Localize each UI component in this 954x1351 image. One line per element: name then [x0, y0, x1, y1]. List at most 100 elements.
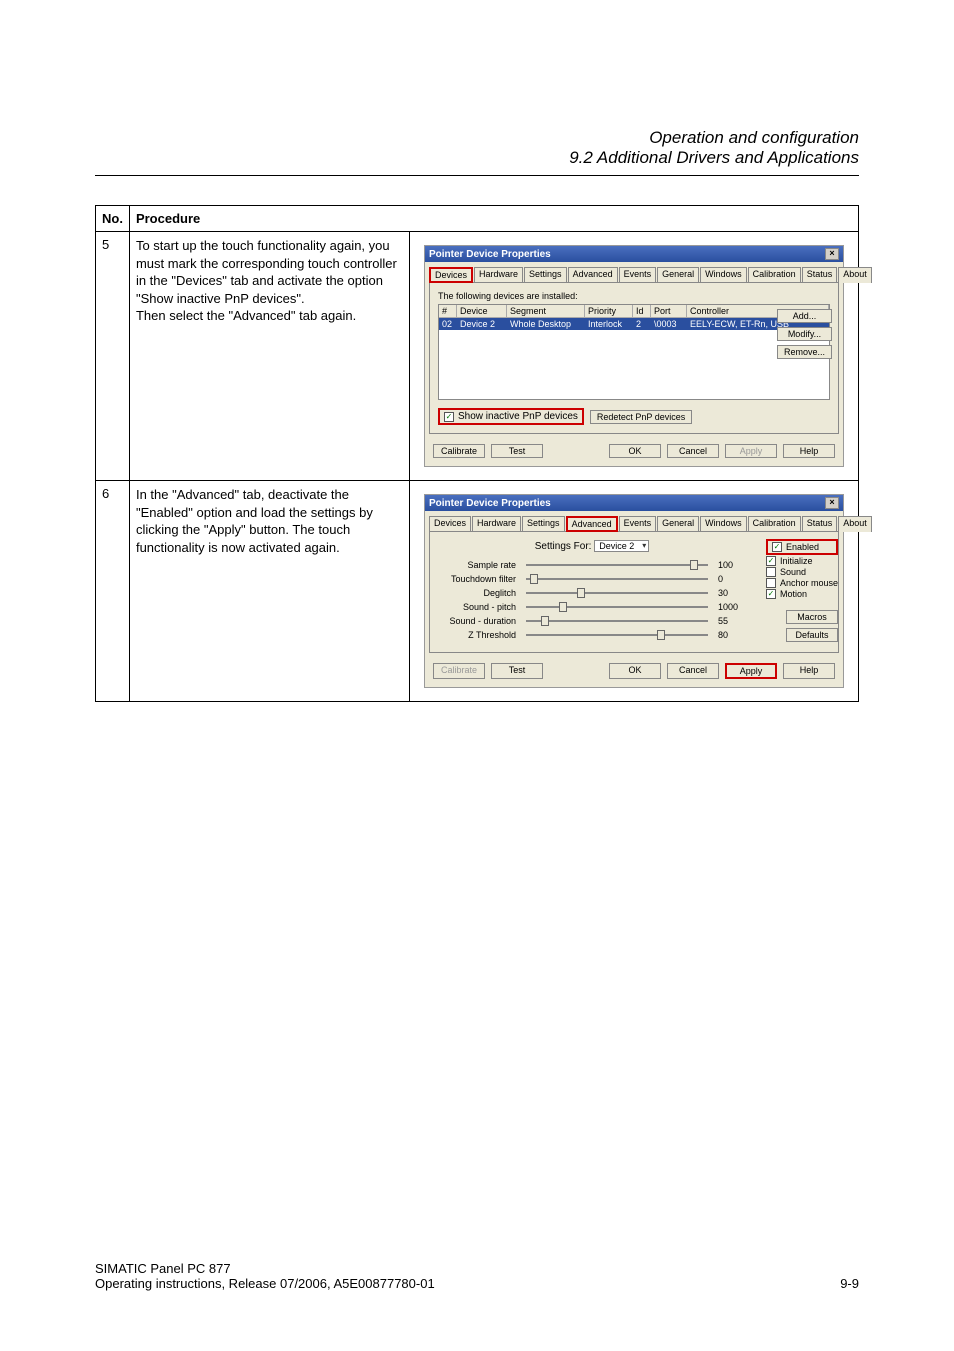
- show-inactive-option[interactable]: ✓ Show inactive PnP devices: [438, 408, 584, 425]
- close-icon[interactable]: ×: [825, 497, 839, 509]
- page-number: 9-9: [840, 1276, 859, 1291]
- tab-events[interactable]: Events: [619, 267, 657, 283]
- slider-value: 55: [718, 616, 746, 626]
- checkbox-checked-icon[interactable]: ✓: [444, 412, 454, 422]
- cell-segment: Whole Desktop: [507, 318, 585, 330]
- tab-hardware[interactable]: Hardware: [472, 516, 521, 532]
- tab-calibration[interactable]: Calibration: [748, 516, 801, 532]
- initialize-option[interactable]: ✓Initialize: [766, 556, 838, 566]
- redetect-button[interactable]: Redetect PnP devices: [590, 410, 692, 424]
- tab-strip: Devices Hardware Settings Advanced Event…: [425, 262, 843, 282]
- tab-about[interactable]: About: [838, 267, 872, 283]
- dialog-button-row: Calibrate Test OK Cancel Apply Help: [425, 659, 843, 687]
- tab-status[interactable]: Status: [802, 267, 838, 283]
- step-number: 6: [96, 481, 130, 702]
- close-icon[interactable]: ×: [825, 248, 839, 260]
- settings-for-select[interactable]: Device 2: [594, 540, 649, 552]
- apply-button: Apply: [725, 444, 777, 458]
- tab-hardware[interactable]: Hardware: [474, 267, 523, 283]
- apply-button[interactable]: Apply: [725, 663, 777, 679]
- modify-button[interactable]: Modify...: [777, 327, 832, 341]
- tab-about[interactable]: About: [838, 516, 872, 532]
- checkbox-checked-icon[interactable]: ✓: [772, 542, 782, 552]
- tab-general[interactable]: General: [657, 267, 699, 283]
- anchor-option[interactable]: Anchor mouse: [766, 578, 838, 588]
- add-button[interactable]: Add...: [777, 309, 832, 323]
- help-button[interactable]: Help: [783, 663, 835, 679]
- col-header-procedure: Procedure: [129, 206, 858, 232]
- cell-hash: 02: [439, 318, 457, 330]
- cell-device: Device 2: [457, 318, 507, 330]
- ok-button[interactable]: OK: [609, 444, 661, 458]
- cell-port: \0003: [651, 318, 687, 330]
- slider-value: 30: [718, 588, 746, 598]
- listbox-header: # Device Segment Priority Id Port Contro…: [439, 305, 829, 318]
- slider-label: Touchdown filter: [438, 574, 516, 584]
- tab-windows[interactable]: Windows: [700, 516, 747, 532]
- tab-general[interactable]: General: [657, 516, 699, 532]
- slider-sample-rate[interactable]: Sample rate 100: [438, 560, 746, 570]
- tab-devices[interactable]: Devices: [429, 267, 473, 283]
- remove-button[interactable]: Remove...: [777, 345, 832, 359]
- cancel-button[interactable]: Cancel: [667, 444, 719, 458]
- tab-settings[interactable]: Settings: [522, 516, 565, 532]
- header-line-1: Operation and configuration: [569, 128, 859, 148]
- tab-windows[interactable]: Windows: [700, 267, 747, 283]
- slider-z-threshold[interactable]: Z Threshold 80: [438, 630, 746, 640]
- col-port: Port: [651, 305, 687, 317]
- dialog-advanced: Pointer Device Properties × Devices Hard…: [424, 494, 844, 688]
- tab-status[interactable]: Status: [802, 516, 838, 532]
- device-listbox[interactable]: # Device Segment Priority Id Port Contro…: [438, 304, 830, 400]
- procedure-table: No. Procedure 5 To start up the touch fu…: [95, 205, 859, 702]
- checkbox-checked-icon[interactable]: ✓: [766, 556, 776, 566]
- slider-touchdown-filter[interactable]: Touchdown filter 0: [438, 574, 746, 584]
- checkbox-unchecked-icon[interactable]: [766, 567, 776, 577]
- step-screenshot-cell: Pointer Device Properties × Devices Hard…: [410, 481, 859, 702]
- ok-button[interactable]: OK: [609, 663, 661, 679]
- header-line-2: 9.2 Additional Drivers and Applications: [569, 148, 859, 168]
- col-device: Device: [457, 305, 507, 317]
- slider-value: 100: [718, 560, 746, 570]
- show-inactive-label: Show inactive PnP devices: [458, 411, 578, 422]
- slider-sound-pitch[interactable]: Sound - pitch 1000: [438, 602, 746, 612]
- defaults-button[interactable]: Defaults: [786, 628, 838, 642]
- enabled-option[interactable]: ✓Enabled: [766, 539, 838, 555]
- tab-events[interactable]: Events: [619, 516, 657, 532]
- slider-value: 0: [718, 574, 746, 584]
- bottom-row: ✓ Show inactive PnP devices Redetect PnP…: [438, 408, 830, 425]
- slider-sound-duration[interactable]: Sound - duration 55: [438, 616, 746, 626]
- col-id: Id: [633, 305, 651, 317]
- right-options: ✓Enabled ✓Initialize Sound Anchor mouse …: [766, 538, 838, 600]
- tab-advanced[interactable]: Advanced: [568, 267, 618, 283]
- settings-for-row: Settings For: Device 2: [438, 540, 746, 552]
- tab-body: The following devices are installed: # D…: [429, 282, 839, 434]
- devices-installed-label: The following devices are installed:: [438, 291, 830, 301]
- content-area: No. Procedure 5 To start up the touch fu…: [95, 205, 859, 702]
- slider-value: 80: [718, 630, 746, 640]
- test-button[interactable]: Test: [491, 444, 543, 458]
- tab-devices[interactable]: Devices: [429, 516, 471, 532]
- macros-button[interactable]: Macros: [786, 610, 838, 624]
- settings-for-label: Settings For:: [535, 541, 592, 552]
- dialog-title: Pointer Device Properties: [429, 498, 551, 509]
- calibrate-button[interactable]: Calibrate: [433, 444, 485, 458]
- test-button[interactable]: Test: [491, 663, 543, 679]
- dialog-title: Pointer Device Properties: [429, 249, 551, 260]
- help-button[interactable]: Help: [783, 444, 835, 458]
- calibrate-button: Calibrate: [433, 663, 485, 679]
- list-item[interactable]: 02 Device 2 Whole Desktop Interlock 2 \0…: [439, 318, 829, 330]
- step-description: In the "Advanced" tab, deactivate the "E…: [129, 481, 409, 702]
- tab-settings[interactable]: Settings: [524, 267, 567, 283]
- tab-calibration[interactable]: Calibration: [748, 267, 801, 283]
- step-screenshot-cell: Pointer Device Properties × Devices Hard…: [410, 232, 859, 481]
- cell-priority: Interlock: [585, 318, 633, 330]
- checkbox-checked-icon[interactable]: ✓: [766, 589, 776, 599]
- titlebar: Pointer Device Properties ×: [425, 495, 843, 511]
- slider-deglitch[interactable]: Deglitch 30: [438, 588, 746, 598]
- cancel-button[interactable]: Cancel: [667, 663, 719, 679]
- dialog-button-row: Calibrate Test OK Cancel Apply Help: [425, 440, 843, 466]
- sound-option[interactable]: Sound: [766, 567, 838, 577]
- motion-option[interactable]: ✓Motion: [766, 589, 838, 599]
- checkbox-unchecked-icon[interactable]: [766, 578, 776, 588]
- tab-advanced[interactable]: Advanced: [566, 516, 618, 532]
